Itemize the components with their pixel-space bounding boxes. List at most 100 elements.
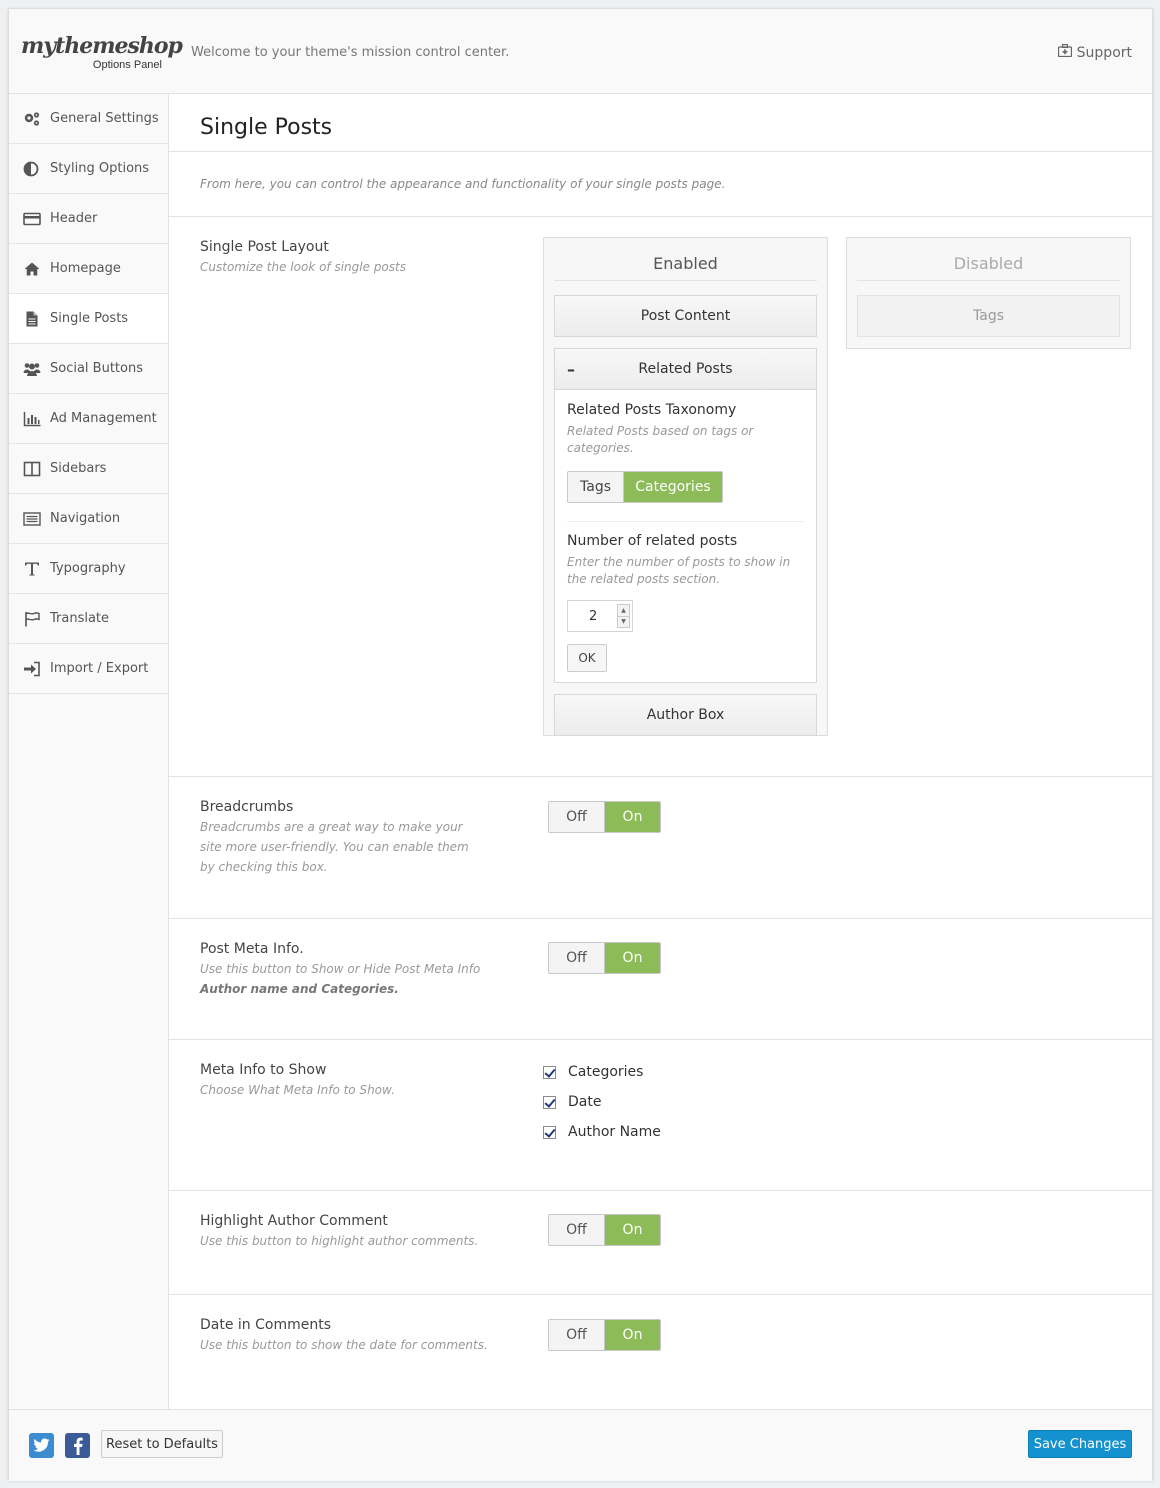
ok-button[interactable]: OK (567, 644, 607, 672)
spinner-up-icon[interactable]: ▲ (618, 605, 629, 617)
bar-chart-icon (23, 411, 41, 427)
sidebar-item-label: Import / Export (50, 661, 149, 676)
post-meta-row: Post Meta Info. Use this button to Show … (169, 919, 1154, 1040)
highlight-author-row: Highlight Author Comment Use this button… (169, 1191, 1154, 1295)
home-icon (23, 261, 41, 277)
author-name-checkbox[interactable] (543, 1125, 556, 1139)
highlight-author-toggle[interactable]: Off On (548, 1214, 661, 1246)
tags-option[interactable]: Tags (568, 472, 624, 502)
related-posts-header[interactable]: – Related Posts (555, 349, 816, 390)
off-option[interactable]: Off (549, 943, 605, 973)
on-option[interactable]: On (605, 1320, 660, 1350)
row-description-bold: Author name and Categories. (200, 979, 490, 999)
post-meta-toggle[interactable]: Off On (548, 942, 661, 974)
logo-subtitle: Options Panel (92, 59, 162, 71)
meta-info-label: Meta Info to Show Choose What Meta Info … (200, 1060, 490, 1100)
sidebar-item-ad-management[interactable]: Ad Management (9, 394, 168, 444)
off-option[interactable]: Off (549, 802, 605, 832)
enabled-heading: Enabled (554, 238, 817, 281)
twitter-icon[interactable] (29, 1433, 54, 1458)
row-title: Highlight Author Comment (200, 1213, 388, 1229)
sidebar: General Settings Styling Options Header … (9, 94, 169, 1409)
on-option[interactable]: On (605, 802, 660, 832)
number-title: Number of related posts (567, 533, 738, 549)
single-post-layout-label: Single Post Layout Customize the look of… (200, 237, 490, 277)
categories-checkbox-row[interactable]: Categories (543, 1057, 661, 1087)
document-icon (23, 311, 41, 327)
sidebar-item-single-posts[interactable]: Single Posts (9, 294, 168, 344)
taxonomy-description: Related Posts based on tags or categorie… (567, 424, 754, 455)
off-option[interactable]: Off (549, 1215, 605, 1245)
contrast-icon (23, 161, 41, 177)
logo-text: mythemeshop (21, 33, 183, 59)
on-option[interactable]: On (605, 943, 660, 973)
tags-item[interactable]: Tags (857, 295, 1120, 337)
sidebar-item-general-settings[interactable]: General Settings (9, 94, 168, 144)
page-intro: From here, you can control the appearanc… (169, 152, 1154, 217)
categories-option[interactable]: Categories (624, 472, 722, 502)
flag-icon (23, 611, 41, 627)
text-icon (23, 561, 41, 577)
related-posts-label: Related Posts (638, 361, 733, 377)
row-description: Customize the look of single posts (200, 260, 406, 274)
sidebar-item-header[interactable]: Header (9, 194, 168, 244)
sidebar-item-label: Social Buttons (50, 361, 143, 376)
divider (567, 521, 804, 522)
related-posts-settings: Related Posts Taxonomy Related Posts bas… (555, 390, 816, 682)
date-comments-row: Date in Comments Use this button to show… (169, 1295, 1154, 1407)
sidebar-item-sidebars[interactable]: Sidebars (9, 444, 168, 494)
spinner-down-icon[interactable]: ▼ (618, 617, 629, 628)
off-option[interactable]: Off (549, 1320, 605, 1350)
date-comments-toggle[interactable]: Off On (548, 1319, 661, 1351)
sidebar-item-social-buttons[interactable]: Social Buttons (9, 344, 168, 394)
post-content-item[interactable]: Post Content (554, 295, 817, 337)
date-checkbox[interactable] (543, 1095, 556, 1109)
row-title: Breadcrumbs (200, 799, 294, 815)
checkbox-label: Date (568, 1094, 602, 1110)
bold-text: Author name and Categories. (200, 982, 399, 996)
logo: mythemeshop Options Panel (21, 33, 183, 71)
post-meta-label: Post Meta Info. Use this button to Show … (200, 939, 490, 999)
date-checkbox-row[interactable]: Date (543, 1087, 661, 1117)
sidebar-item-label: Navigation (50, 511, 121, 526)
welcome-text: Welcome to your theme's mission control … (191, 45, 510, 60)
sidebar-item-styling-options[interactable]: Styling Options (9, 144, 168, 194)
enabled-list[interactable]: Enabled Post Content – Related Posts Rel… (543, 237, 828, 736)
disabled-list[interactable]: Disabled Tags (846, 237, 1131, 349)
sidebar-item-navigation[interactable]: Navigation (9, 494, 168, 544)
single-post-layout-row: Single Post Layout Customize the look of… (169, 217, 1154, 777)
collapse-icon[interactable]: – (567, 360, 575, 379)
categories-checkbox[interactable] (543, 1065, 556, 1079)
sidebar-item-import-export[interactable]: Import / Export (9, 644, 168, 694)
sidebar-item-translate[interactable]: Translate (9, 594, 168, 644)
top-bar: mythemeshop Options Panel Welcome to you… (9, 9, 1152, 94)
sidebar-item-typography[interactable]: Typography (9, 544, 168, 594)
author-name-checkbox-row[interactable]: Author Name (543, 1117, 661, 1147)
row-description: Breadcrumbs are a great way to make your… (200, 820, 469, 874)
author-box-item[interactable]: Author Box (554, 694, 817, 736)
number-spinner[interactable]: ▲ ▼ (617, 604, 630, 628)
taxonomy-toggle: Tags Categories (567, 471, 723, 503)
reset-defaults-button[interactable]: Reset to Defaults (101, 1430, 223, 1458)
sidebar-item-label: Typography (50, 561, 126, 576)
sidebar-item-label: Translate (50, 611, 110, 626)
related-posts-item[interactable]: – Related Posts Related Posts Taxonomy R… (554, 348, 817, 683)
sidebar-item-label: Sidebars (50, 461, 107, 476)
related-count-input[interactable]: 2 ▲ ▼ (567, 600, 633, 632)
breadcrumbs-row: Breadcrumbs Breadcrumbs are a great way … (169, 777, 1154, 919)
on-option[interactable]: On (605, 1215, 660, 1245)
sidebar-item-homepage[interactable]: Homepage (9, 244, 168, 294)
number-description: Enter the number of posts to show in the… (567, 555, 791, 586)
sidebar-item-label: Styling Options (50, 161, 150, 176)
support-link[interactable]: Support (1057, 44, 1132, 61)
row-description: Use this button to highlight author comm… (200, 1234, 479, 1248)
breadcrumbs-toggle[interactable]: Off On (548, 801, 661, 833)
save-changes-button[interactable]: Save Changes (1028, 1430, 1132, 1458)
related-count-value: 2 (589, 608, 598, 624)
meta-info-row: Meta Info to Show Choose What Meta Info … (169, 1040, 1154, 1191)
columns-icon (23, 461, 41, 477)
facebook-icon[interactable] (65, 1433, 90, 1458)
options-panel: mythemeshop Options Panel Welcome to you… (8, 8, 1154, 1481)
sign-in-icon (23, 661, 41, 677)
sidebar-item-label: General Settings (50, 111, 159, 126)
